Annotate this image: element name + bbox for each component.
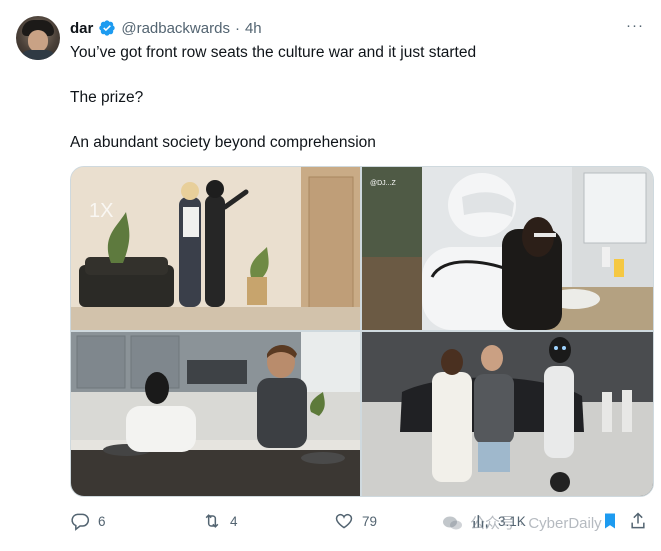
- retweet-icon: [205, 514, 219, 528]
- separator-dot: ·: [234, 19, 240, 37]
- retweet-button[interactable]: 4: [202, 508, 238, 534]
- tweet-header: dar @radbackwards · 4h: [70, 17, 262, 39]
- avatar-shirt: [20, 50, 56, 60]
- bookmark-icon: [605, 513, 615, 529]
- tweet-paragraph: An abundant society beyond comprehension: [70, 134, 376, 151]
- bookmark-button[interactable]: [600, 508, 620, 534]
- reply-count: 6: [98, 513, 106, 529]
- wechat-logo-icon: [443, 516, 462, 529]
- media-tile-robot-kitchen[interactable]: [71, 332, 360, 496]
- like-count: 79: [362, 513, 378, 529]
- robot-group-photo-image: [362, 332, 653, 496]
- verified-badge-icon: [98, 19, 116, 37]
- author-handle[interactable]: @radbackwards: [121, 20, 230, 37]
- share-icon: [631, 512, 645, 529]
- avatar[interactable]: [16, 16, 60, 60]
- tweet-paragraph: The prize?: [70, 89, 144, 106]
- tweet: dar @radbackwards · 4h ··· You’ve got fr…: [0, 0, 661, 551]
- watermark: 公众号 · CyberDaily: [442, 512, 602, 533]
- avatar-face: [28, 30, 48, 52]
- robot-kitchen-image: [71, 332, 360, 496]
- more-options-icon[interactable]: ···: [622, 14, 648, 36]
- tweet-text: You’ve got front row seats the culture w…: [70, 42, 640, 177]
- svg-text:1X: 1X: [89, 200, 113, 222]
- media-tile-robot-group[interactable]: [362, 332, 653, 496]
- robot-showroom-image: 1X: [71, 167, 360, 330]
- retweet-count: 4: [230, 513, 238, 529]
- media-tile-robot-bathroom[interactable]: @DJ...Z: [362, 167, 653, 330]
- like-button[interactable]: 79: [334, 508, 377, 534]
- heart-icon: [335, 513, 353, 529]
- media-grid: 1X @DJ...Z: [70, 166, 654, 497]
- watermark-text: 公众号 · CyberDaily: [470, 515, 602, 532]
- share-button[interactable]: [628, 508, 648, 534]
- overlay-text: @DJ...Z: [370, 180, 396, 187]
- robot-brushing-teeth-image: @DJ...Z: [362, 167, 653, 330]
- author-name[interactable]: dar: [70, 20, 93, 37]
- timestamp[interactable]: 4h: [245, 20, 262, 37]
- reply-button[interactable]: 6: [70, 508, 106, 534]
- reply-icon: [71, 513, 90, 531]
- tweet-paragraph: You’ve got front row seats the culture w…: [70, 44, 477, 61]
- media-tile-robot-showroom[interactable]: 1X: [71, 167, 360, 330]
